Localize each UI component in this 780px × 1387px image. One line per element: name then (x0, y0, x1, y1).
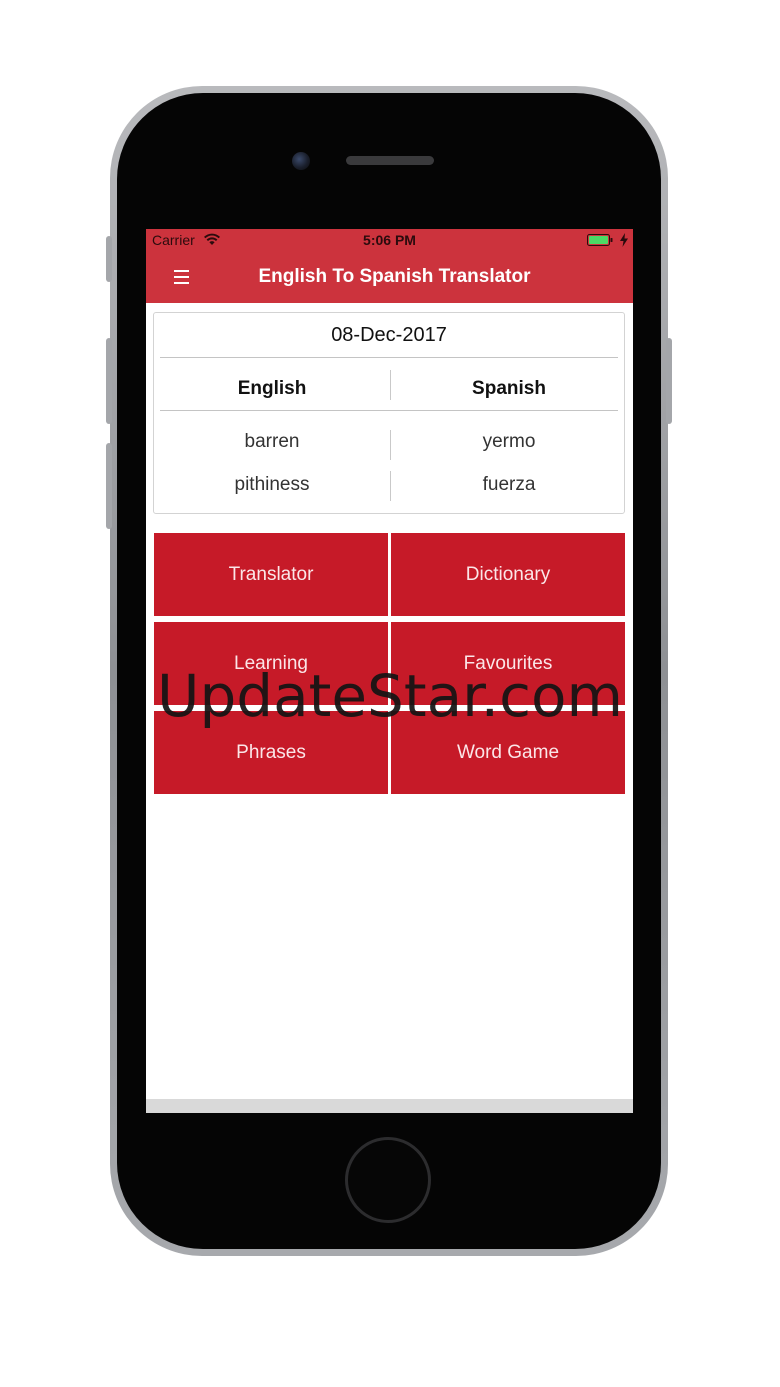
word-date: 08-Dec-2017 (331, 324, 447, 346)
spanish-column-header: Spanish (472, 378, 546, 399)
status-time: 5:06 PM (363, 232, 416, 248)
translator-button[interactable]: Translator (154, 533, 388, 616)
divider (160, 410, 618, 411)
charging-bolt-icon (620, 233, 628, 247)
spanish-word: yermo (482, 431, 536, 452)
watermark-text: UpdateStar.com (157, 662, 623, 730)
mute-switch (106, 236, 112, 282)
english-column-header: English (237, 378, 307, 399)
english-word: pithiness (234, 474, 310, 495)
volume-up-button (106, 338, 112, 424)
english-word: barren (244, 431, 300, 452)
navigation-bar: English To Spanish Translator (146, 251, 633, 303)
screenshot-stage: Carrier 5:06 PM English To Spanish Trans… (0, 0, 780, 1387)
dictionary-button[interactable]: Dictionary (391, 533, 625, 616)
word-of-the-day-card: 08-Dec-2017 English Spanish barren yermo… (153, 312, 625, 514)
battery-icon (587, 234, 613, 246)
front-camera-icon (292, 152, 310, 170)
home-button[interactable] (345, 1137, 431, 1223)
spanish-word: fuerza (482, 474, 536, 495)
power-button (666, 338, 672, 424)
status-bar: Carrier 5:06 PM (146, 229, 633, 251)
divider (160, 357, 618, 358)
earpiece-speaker (346, 156, 434, 165)
hamburger-menu-icon[interactable] (174, 266, 192, 288)
page-title: English To Spanish Translator (258, 266, 531, 287)
volume-down-button (106, 443, 112, 529)
bottom-strip (146, 1099, 633, 1113)
